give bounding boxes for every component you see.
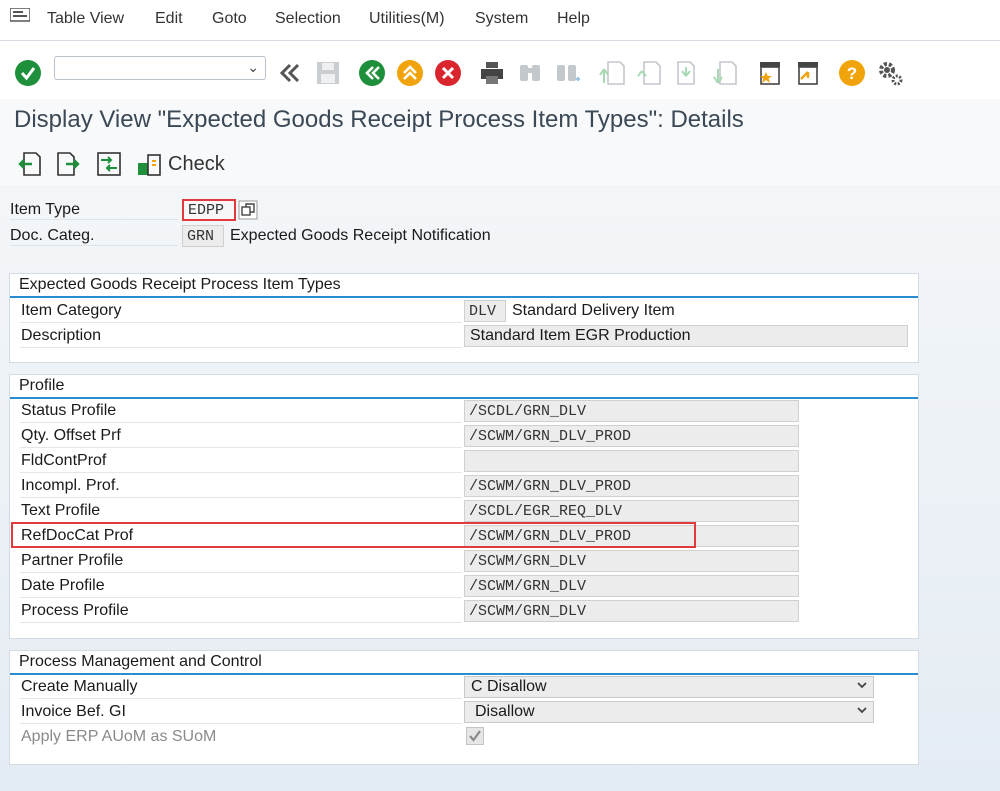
incompl-profile-field: /SCWM/GRN_DLV_PROD [464,475,799,497]
item-category-label: Item Category [21,302,122,319]
incompl-profile-label: Incompl. Prof. [21,477,120,494]
menu-system[interactable]: System [475,10,528,28]
svg-text:?: ? [847,64,857,83]
expand-value-icon[interactable] [238,200,258,220]
description-label: Description [21,327,102,344]
item-type-field[interactable]: EDPP [182,199,236,221]
exit-icon[interactable] [396,59,424,87]
help-icon[interactable]: ? [838,59,866,87]
partner-profile-field: /SCWM/GRN_DLV [464,550,799,572]
last-page-icon [713,61,737,85]
chevron-down-icon[interactable]: ⌄ [247,59,259,76]
menu-table-view[interactable]: Table View [47,10,124,28]
fld-cont-profile-label: FldContProf [21,452,107,469]
qty-offset-profile-field: /SCWM/GRN_DLV_PROD [464,425,799,447]
item-type-label: Item Type [10,201,178,220]
first-page-icon [599,61,625,85]
variable-list-icon[interactable] [96,151,122,177]
row-divider [20,322,462,323]
settings-icon[interactable] [876,59,904,87]
check-button[interactable]: Check [168,153,225,176]
row-divider [20,723,462,724]
row-divider [20,472,462,473]
check-icon[interactable] [136,151,164,177]
row-divider [20,447,462,448]
qty-offset-profile-label: Qty. Offset Prf [21,427,121,444]
row-divider [20,698,462,699]
row-divider [20,497,462,498]
doc-categ-field: GRN [182,225,224,247]
menu-selection[interactable]: Selection [275,10,341,28]
row-divider [20,622,462,623]
find-next-icon [557,65,580,81]
text-profile-label: Text Profile [21,502,101,519]
status-profile-label: Status Profile [21,402,117,419]
row-divider [20,347,462,348]
profile-box-header: Profile [10,375,918,399]
previous-entry-icon[interactable] [16,151,42,177]
cancel-icon[interactable] [434,59,462,87]
invoice-bef-gi-select[interactable]: Disallow [464,701,874,723]
process-profile-field: /SCWM/GRN_DLV [464,600,799,622]
page-title: Display View "Expected Goods Receipt Pro… [14,106,744,133]
date-profile-field: /SCWM/GRN_DLV [464,575,799,597]
row-divider [20,572,462,573]
previous-page-icon [637,61,661,85]
create-shortcut-icon[interactable] [756,59,784,87]
menu-edit[interactable]: Edit [155,10,183,28]
chevron-down-icon[interactable] [857,680,867,690]
menu-goto[interactable]: Goto [212,10,247,28]
partner-profile-label: Partner Profile [21,552,124,569]
process-profile-label: Process Profile [21,602,129,619]
item-category-field: DLV [464,300,506,322]
row-divider [20,422,462,423]
command-field[interactable]: ⌄ [54,56,266,80]
save-icon [317,62,339,84]
invoice-bef-gi-label: Invoice Bef. GI [21,703,126,720]
doc-categ-label: Doc. Categ. [10,227,178,246]
create-manually-value: C Disallow [471,678,547,695]
back-arrows-icon[interactable] [276,59,304,87]
row-divider [20,597,462,598]
create-manually-label: Create Manually [21,678,138,695]
next-page-icon [677,61,695,85]
item-types-box-header: Expected Goods Receipt Process Item Type… [10,274,918,298]
menu-help[interactable]: Help [557,10,590,28]
description-field: Standard Item EGR Production [464,325,908,347]
invoice-bef-gi-value: Disallow [475,703,535,720]
item-types-box-title: Expected Goods Receipt Process Item Type… [19,276,341,293]
item-category-text: Standard Delivery Item [512,302,675,319]
window-icon[interactable] [794,59,822,87]
process-box-header: Process Management and Control [10,651,918,675]
enter-icon[interactable] [14,59,42,87]
date-profile-label: Date Profile [21,577,105,594]
profile-box-title: Profile [19,377,65,394]
back-icon[interactable] [358,59,386,87]
find-icon [520,65,540,81]
print-icon[interactable] [478,59,506,87]
sap-menu-icon[interactable] [10,8,30,24]
status-profile-field: /SCDL/GRN_DLV [464,400,799,422]
apply-erp-auom-label: Apply ERP AUoM as SUoM [21,728,217,745]
doc-categ-text: Expected Goods Receipt Notification [230,227,491,244]
menu-utilities[interactable]: Utilities(M) [369,10,445,28]
next-entry-icon[interactable] [56,151,82,177]
chevron-down-icon[interactable] [857,705,867,715]
text-profile-field: /SCDL/EGR_REQ_DLV [464,500,799,522]
process-box-title: Process Management and Control [19,653,262,670]
highlight-box [11,522,696,548]
create-manually-select[interactable]: C Disallow [464,676,874,698]
apply-erp-auom-checkbox[interactable] [466,727,484,745]
fld-cont-profile-field [464,450,799,472]
